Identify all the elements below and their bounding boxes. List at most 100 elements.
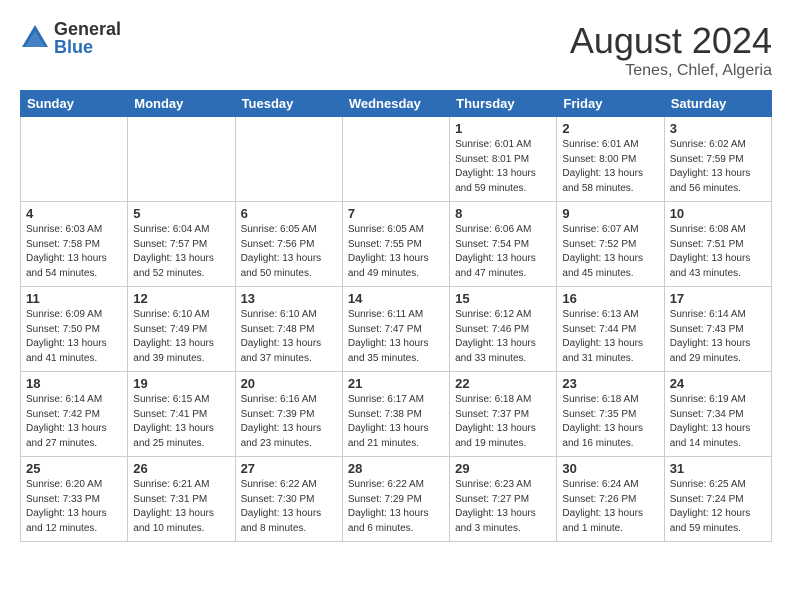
week-row: 11 Sunrise: 6:09 AM Sunset: 7:50 PM Dayli… <box>21 287 772 372</box>
day-detail: Sunrise: 6:02 AM Sunset: 7:59 PM Dayligh… <box>670 138 766 196</box>
day-detail: Sunrise: 6:24 AM Sunset: 7:26 PM Dayligh… <box>562 478 658 536</box>
calendar-cell: 20Sunrise: 6:16 AM Sunset: 7:39 PM Dayli… <box>235 372 342 457</box>
day-detail: Sunrise: 6:06 AM Sunset: 7:54 PM Dayligh… <box>455 223 551 281</box>
calendar-cell: 24 Sunrise: 6:19 AM Sunset: 7:34 PM Dayli… <box>664 372 771 457</box>
weekday-header: Friday <box>557 91 664 117</box>
day-number: 28 <box>348 461 444 476</box>
logo-icon <box>20 23 50 53</box>
calendar-cell: 8 Sunrise: 6:06 AM Sunset: 7:54 PM Daylig… <box>450 202 557 287</box>
calendar-cell: 21Sunrise: 6:17 AM Sunset: 7:38 PM Dayli… <box>342 372 449 457</box>
day-detail: Sunrise: 6:14 AM Sunset: 7:43 PM Dayligh… <box>670 308 766 366</box>
day-detail: Sunrise: 6:12 AM Sunset: 7:46 PM Dayligh… <box>455 308 551 366</box>
calendar-cell: 23 Sunrise: 6:18 AM Sunset: 7:35 PM Dayli… <box>557 372 664 457</box>
calendar-cell: 16 Sunrise: 6:13 AM Sunset: 7:44 PM Dayli… <box>557 287 664 372</box>
calendar-cell: 2 Sunrise: 6:01 AM Sunset: 8:00 PM Daylig… <box>557 117 664 202</box>
calendar-cell: 6Sunrise: 6:05 AM Sunset: 7:56 PM Daylig… <box>235 202 342 287</box>
day-number: 30 <box>562 461 658 476</box>
calendar-cell: 31Sunrise: 6:25 AM Sunset: 7:24 PM Dayli… <box>664 457 771 542</box>
day-detail: Sunrise: 6:01 AM Sunset: 8:01 PM Dayligh… <box>455 138 551 196</box>
day-number: 29 <box>455 461 551 476</box>
calendar-cell: 19 Sunrise: 6:15 AM Sunset: 7:41 PM Dayli… <box>128 372 235 457</box>
day-detail: Sunrise: 6:10 AM Sunset: 7:49 PM Dayligh… <box>133 308 229 366</box>
day-number: 7 <box>348 206 444 221</box>
day-detail: Sunrise: 6:03 AM Sunset: 7:58 PM Dayligh… <box>26 223 122 281</box>
day-number: 12 <box>133 291 229 306</box>
day-number: 24 <box>670 376 766 391</box>
day-number: 9 <box>562 206 658 221</box>
day-detail: Sunrise: 6:18 AM Sunset: 7:35 PM Dayligh… <box>562 393 658 451</box>
day-detail: Sunrise: 6:16 AM Sunset: 7:39 PM Dayligh… <box>241 393 337 451</box>
week-row: 1 Sunrise: 6:01 AM Sunset: 8:01 PM Daylig… <box>21 117 772 202</box>
day-detail: Sunrise: 6:22 AM Sunset: 7:29 PM Dayligh… <box>348 478 444 536</box>
calendar-table: SundayMondayTuesdayWednesdayThursdayFrid… <box>20 90 772 542</box>
day-number: 5 <box>133 206 229 221</box>
logo: General Blue <box>20 20 121 56</box>
title-block: August 2024 Tenes, Chlef, Algeria <box>570 20 772 80</box>
calendar-cell: 11 Sunrise: 6:09 AM Sunset: 7:50 PM Dayli… <box>21 287 128 372</box>
day-number: 15 <box>455 291 551 306</box>
day-number: 11 <box>26 291 122 306</box>
calendar-cell: 5 Sunrise: 6:04 AM Sunset: 7:57 PM Daylig… <box>128 202 235 287</box>
day-detail: Sunrise: 6:01 AM Sunset: 8:00 PM Dayligh… <box>562 138 658 196</box>
day-detail: Sunrise: 6:22 AM Sunset: 7:30 PM Dayligh… <box>241 478 337 536</box>
day-number: 8 <box>455 206 551 221</box>
day-detail: Sunrise: 6:04 AM Sunset: 7:57 PM Dayligh… <box>133 223 229 281</box>
weekday-header: Thursday <box>450 91 557 117</box>
day-detail: Sunrise: 6:21 AM Sunset: 7:31 PM Dayligh… <box>133 478 229 536</box>
day-detail: Sunrise: 6:19 AM Sunset: 7:34 PM Dayligh… <box>670 393 766 451</box>
day-number: 25 <box>26 461 122 476</box>
day-number: 10 <box>670 206 766 221</box>
day-detail: Sunrise: 6:09 AM Sunset: 7:50 PM Dayligh… <box>26 308 122 366</box>
day-detail: Sunrise: 6:10 AM Sunset: 7:48 PM Dayligh… <box>241 308 337 366</box>
day-detail: Sunrise: 6:05 AM Sunset: 7:55 PM Dayligh… <box>348 223 444 281</box>
day-number: 31 <box>670 461 766 476</box>
calendar-cell <box>128 117 235 202</box>
day-number: 14 <box>348 291 444 306</box>
calendar-cell: 17 Sunrise: 6:14 AM Sunset: 7:43 PM Dayli… <box>664 287 771 372</box>
day-number: 16 <box>562 291 658 306</box>
day-number: 3 <box>670 121 766 136</box>
day-number: 19 <box>133 376 229 391</box>
weekday-header: Saturday <box>664 91 771 117</box>
location: Tenes, Chlef, Algeria <box>570 62 772 80</box>
calendar-cell: 29 Sunrise: 6:23 AM Sunset: 7:27 PM Dayli… <box>450 457 557 542</box>
calendar-cell: 10Sunrise: 6:08 AM Sunset: 7:51 PM Dayli… <box>664 202 771 287</box>
calendar-cell: 12 Sunrise: 6:10 AM Sunset: 7:49 PM Dayli… <box>128 287 235 372</box>
logo-general: General <box>54 20 121 38</box>
calendar-cell: 14 Sunrise: 6:11 AM Sunset: 7:47 PM Dayli… <box>342 287 449 372</box>
calendar-cell: 25Sunrise: 6:20 AM Sunset: 7:33 PM Dayli… <box>21 457 128 542</box>
day-number: 17 <box>670 291 766 306</box>
calendar-cell: 18 Sunrise: 6:14 AM Sunset: 7:42 PM Dayli… <box>21 372 128 457</box>
day-number: 18 <box>26 376 122 391</box>
day-detail: Sunrise: 6:07 AM Sunset: 7:52 PM Dayligh… <box>562 223 658 281</box>
calendar-cell: 22 Sunrise: 6:18 AM Sunset: 7:37 PM Dayli… <box>450 372 557 457</box>
month-year: August 2024 <box>570 20 772 62</box>
calendar-cell: 1 Sunrise: 6:01 AM Sunset: 8:01 PM Daylig… <box>450 117 557 202</box>
calendar-cell: 3 Sunrise: 6:02 AM Sunset: 7:59 PM Daylig… <box>664 117 771 202</box>
day-detail: Sunrise: 6:11 AM Sunset: 7:47 PM Dayligh… <box>348 308 444 366</box>
weekday-header: Sunday <box>21 91 128 117</box>
day-number: 23 <box>562 376 658 391</box>
weekday-header: Tuesday <box>235 91 342 117</box>
day-detail: Sunrise: 6:15 AM Sunset: 7:41 PM Dayligh… <box>133 393 229 451</box>
day-number: 1 <box>455 121 551 136</box>
week-row: 25Sunrise: 6:20 AM Sunset: 7:33 PM Dayli… <box>21 457 772 542</box>
calendar-cell: 26 Sunrise: 6:21 AM Sunset: 7:31 PM Dayli… <box>128 457 235 542</box>
calendar-cell <box>21 117 128 202</box>
day-detail: Sunrise: 6:13 AM Sunset: 7:44 PM Dayligh… <box>562 308 658 366</box>
calendar-cell: 30 Sunrise: 6:24 AM Sunset: 7:26 PM Dayli… <box>557 457 664 542</box>
day-detail: Sunrise: 6:18 AM Sunset: 7:37 PM Dayligh… <box>455 393 551 451</box>
calendar-cell: 7 Sunrise: 6:05 AM Sunset: 7:55 PM Daylig… <box>342 202 449 287</box>
day-detail: Sunrise: 6:23 AM Sunset: 7:27 PM Dayligh… <box>455 478 551 536</box>
day-number: 27 <box>241 461 337 476</box>
day-number: 2 <box>562 121 658 136</box>
day-number: 26 <box>133 461 229 476</box>
page-header: General Blue August 2024 Tenes, Chlef, A… <box>20 20 772 80</box>
logo-blue: Blue <box>54 38 121 56</box>
calendar-cell <box>342 117 449 202</box>
calendar-cell: 4Sunrise: 6:03 AM Sunset: 7:58 PM Daylig… <box>21 202 128 287</box>
day-number: 22 <box>455 376 551 391</box>
weekday-header-row: SundayMondayTuesdayWednesdayThursdayFrid… <box>21 91 772 117</box>
day-detail: Sunrise: 6:14 AM Sunset: 7:42 PM Dayligh… <box>26 393 122 451</box>
week-row: 18 Sunrise: 6:14 AM Sunset: 7:42 PM Dayli… <box>21 372 772 457</box>
